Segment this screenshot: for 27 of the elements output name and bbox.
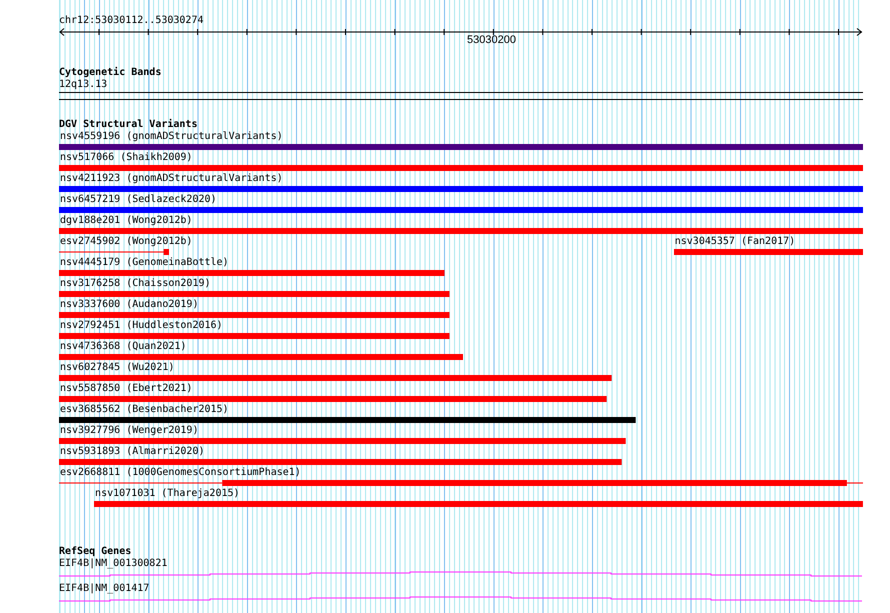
variant-label: nsv5931893 (Almarri2020) bbox=[60, 446, 204, 458]
track-title: RefSeq Genes bbox=[59, 546, 132, 558]
variant-label: nsv3337600 (Audano2019) bbox=[60, 299, 198, 311]
variant-label: nsv3176258 (Chaisson2019) bbox=[60, 278, 211, 290]
variant-label: nsv2792451 (Huddleston2016) bbox=[60, 320, 223, 332]
tick-label: 53030200 bbox=[467, 34, 516, 46]
track-title: Cytogenetic Bands bbox=[59, 67, 162, 79]
transcript-label: EIF4B|NM_001300821 bbox=[59, 558, 168, 570]
location-label: chr12:53030112..53030274 bbox=[59, 15, 204, 27]
variant-label: nsv517066 (Shaikh2009) bbox=[60, 152, 192, 164]
variant-label: nsv6027845 (Wu2021) bbox=[60, 362, 174, 374]
variant-label: nsv4211923 (gnomADStructuralVariants) bbox=[60, 173, 283, 185]
variant-label: nsv6457219 (Sedlazeck2020) bbox=[60, 194, 217, 206]
variant-label: dgv188e201 (Wong2012b) bbox=[60, 215, 192, 227]
variant-label: nsv4559196 (gnomADStructuralVariants) bbox=[60, 131, 283, 143]
variant-label: esv3685562 (Besenbacher2015) bbox=[60, 404, 229, 416]
band-label: 12q13.13 bbox=[59, 79, 108, 91]
variant-label: nsv4445179 (GenomeinaBottle) bbox=[60, 257, 229, 269]
transcript-label: EIF4B|NM_001417 bbox=[59, 583, 150, 595]
variant-label: nsv1071031 (Thareja2015) bbox=[95, 488, 240, 500]
variant-label: nsv3927796 (Wenger2019) bbox=[60, 425, 198, 437]
variant-label: nsv3045357 (Fan2017) bbox=[674, 236, 796, 248]
variant-label: esv2668811 (1000GenomesConsortiumPhase1) bbox=[60, 467, 301, 479]
variant-label: esv2745902 (Wong2012b) bbox=[60, 236, 192, 248]
variant-label: nsv4736368 (Quan2021) bbox=[60, 341, 186, 353]
variant-label: nsv5587850 (Ebert2021) bbox=[60, 383, 192, 395]
track-title: DGV Structural Variants bbox=[59, 119, 198, 131]
